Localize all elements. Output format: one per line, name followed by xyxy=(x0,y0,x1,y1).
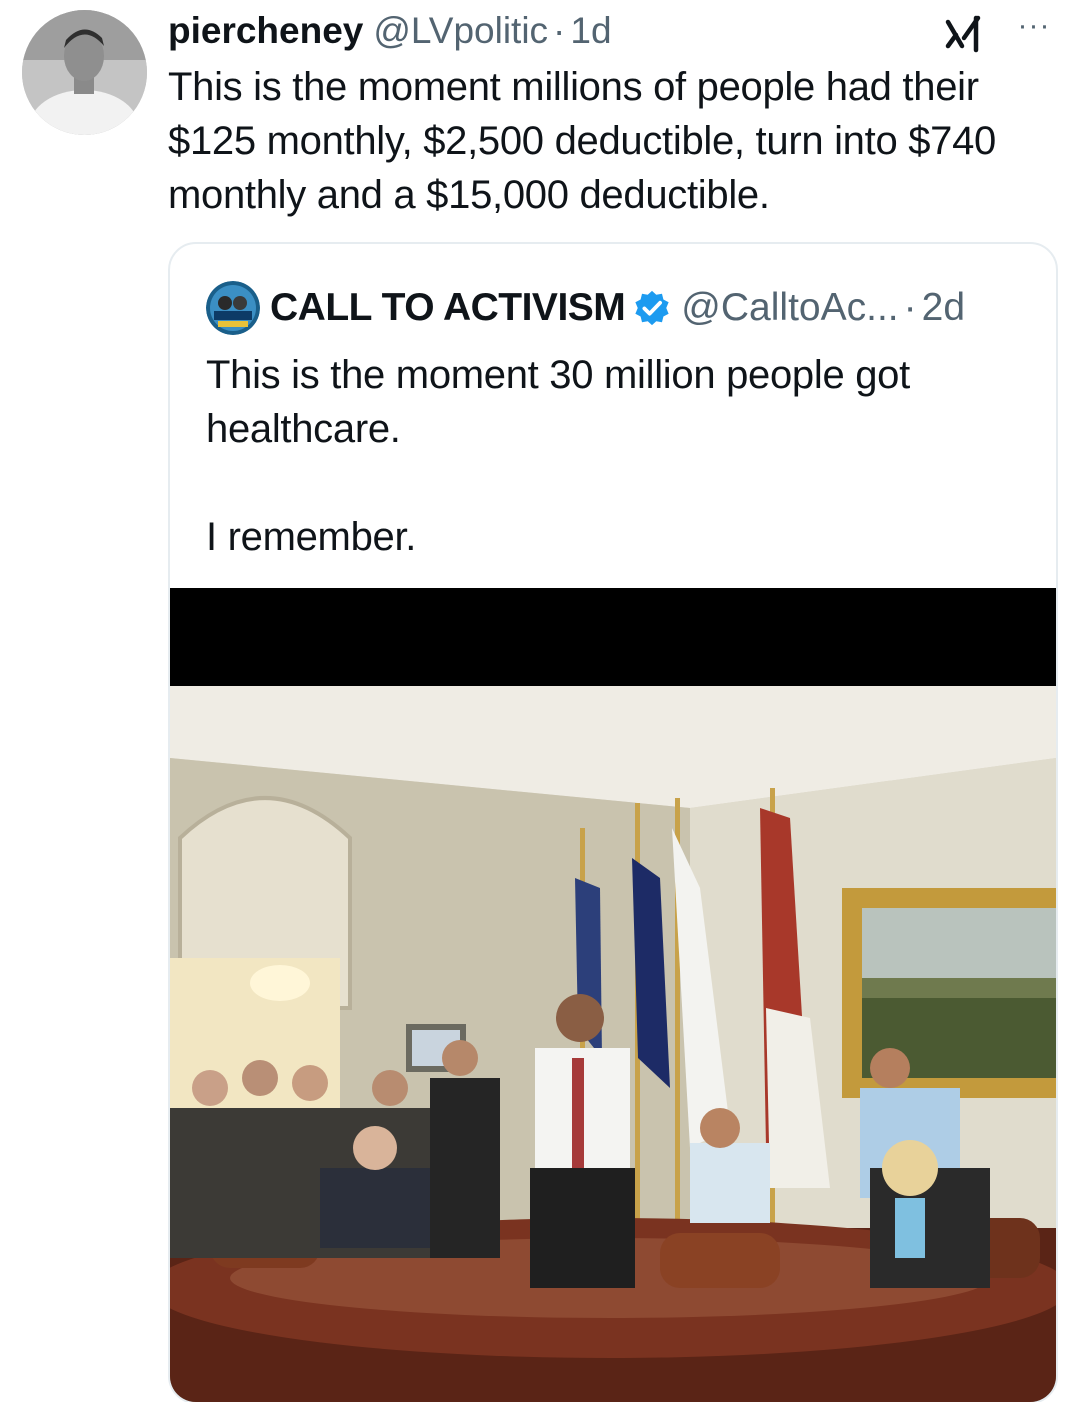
quoted-tweet-timestamp[interactable]: 2d xyxy=(922,286,965,330)
verified-badge-icon xyxy=(635,290,669,326)
grok-icon[interactable] xyxy=(940,8,988,56)
author-avatar[interactable] xyxy=(22,10,147,135)
quoted-tweet-header: CALL TO ACTIVISM @CalltoAc... · 2d xyxy=(206,280,965,336)
quoted-author-display-name[interactable]: CALL TO ACTIVISM xyxy=(270,286,626,330)
tweet-header: piercheney @LVpolitic · 1d xyxy=(168,6,612,56)
quoted-author-avatar[interactable] xyxy=(206,281,260,335)
avatar-photo xyxy=(22,10,147,135)
quoted-text-paragraph-2: I remember. xyxy=(206,515,417,559)
quoted-text-paragraph-1: This is the moment 30 million people got… xyxy=(206,353,910,451)
quoted-tweet-text: This is the moment 30 million people got… xyxy=(206,348,1016,564)
quoted-video-media[interactable] xyxy=(170,588,1056,1402)
author-display-name[interactable]: piercheney xyxy=(168,10,363,52)
quoted-avatar-logo xyxy=(206,281,260,335)
more-options-icon[interactable]: ··· xyxy=(1012,8,1056,48)
header-separator: · xyxy=(553,10,566,51)
quoted-header-separator: · xyxy=(903,286,917,329)
author-handle[interactable]: @LVpolitic xyxy=(373,10,548,52)
video-still-image xyxy=(170,588,1056,1402)
quoted-tweet-card[interactable]: CALL TO ACTIVISM @CalltoAc... · 2d This … xyxy=(168,242,1058,1402)
tweet-timestamp[interactable]: 1d xyxy=(570,10,611,52)
tweet: piercheney @LVpolitic · 1d ··· This is t… xyxy=(0,0,1080,1402)
tweet-text: This is the moment millions of people ha… xyxy=(168,65,996,217)
quoted-author-handle[interactable]: @CalltoAc... xyxy=(681,286,898,330)
